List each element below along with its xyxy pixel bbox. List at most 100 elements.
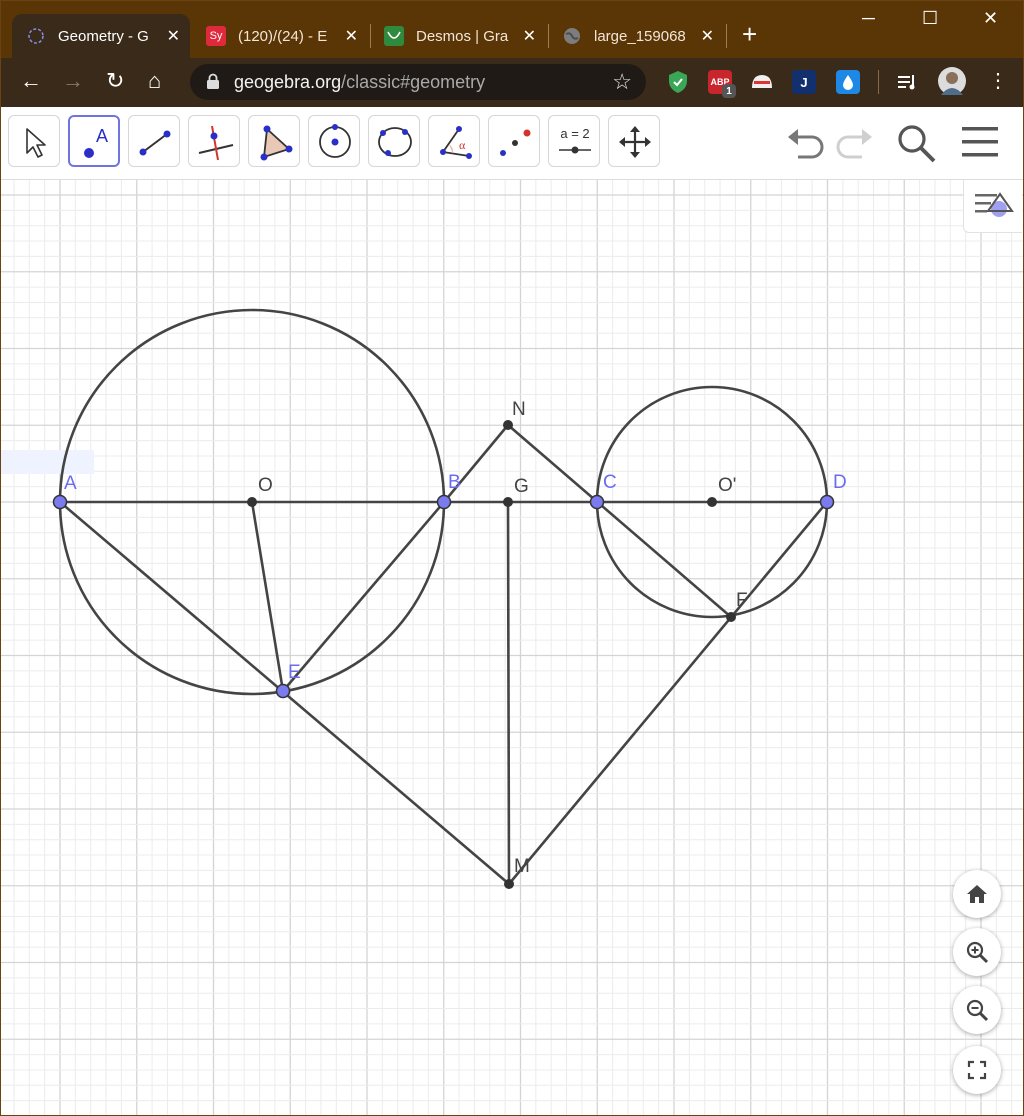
bookmark-star-icon[interactable]: ☆ xyxy=(612,69,632,95)
desmos-favicon-icon xyxy=(384,26,404,46)
point-F[interactable] xyxy=(726,612,736,622)
tab-title: (120)/(24) - E xyxy=(238,27,328,45)
redo-button[interactable] xyxy=(834,121,876,166)
water-drop-extension-icon[interactable] xyxy=(836,70,860,94)
close-tab-icon[interactable]: ✕ xyxy=(345,26,358,46)
tab-title: Geometry - G xyxy=(58,27,149,45)
polygon-tool-button[interactable] xyxy=(248,115,300,167)
adblock-badge: 1 xyxy=(722,84,736,98)
point-tool-button[interactable]: A xyxy=(68,115,120,167)
home-icon[interactable]: ⌂ xyxy=(148,68,161,94)
slider-label: a = 2 xyxy=(560,126,590,141)
point-M[interactable] xyxy=(504,879,514,889)
browser-menu-icon[interactable]: ⋮ xyxy=(988,68,1008,94)
search-button[interactable] xyxy=(896,123,938,170)
tab-title: large_159068 xyxy=(594,27,686,45)
point-C[interactable] xyxy=(589,494,605,510)
grid xyxy=(0,180,1024,1116)
segment-tool-button[interactable] xyxy=(128,115,180,167)
zoom-out-button[interactable] xyxy=(953,986,1001,1034)
perpendicular-tool-button[interactable] xyxy=(188,115,240,167)
slider-tool-button[interactable]: a = 2 xyxy=(548,115,600,167)
j-extension-icon[interactable]: J xyxy=(792,70,816,94)
reload-icon[interactable]: ↻ xyxy=(106,68,124,94)
point-E[interactable] xyxy=(275,683,291,699)
forward-arrow-icon[interactable]: → xyxy=(62,68,84,94)
point-G[interactable] xyxy=(503,497,513,507)
point-O-prime[interactable] xyxy=(707,497,717,507)
point-D[interactable] xyxy=(819,494,835,510)
point-O[interactable] xyxy=(247,497,257,507)
move-graphics-tool-button[interactable] xyxy=(608,115,660,167)
label-C: C xyxy=(603,472,617,493)
url-path: /classic#geometry xyxy=(341,72,486,92)
angle-tool-button[interactable]: α xyxy=(428,115,480,167)
hamburger-menu-icon xyxy=(962,127,998,157)
perpendicular-line-icon xyxy=(198,125,234,161)
segment-DM[interactable] xyxy=(508,501,828,885)
geogebra-favicon-icon xyxy=(26,26,46,46)
move-arrows-icon xyxy=(619,126,651,158)
circle-center-point-tool-button[interactable] xyxy=(308,115,360,167)
geometry-construction: A O B G N C O' D E F M xyxy=(0,180,1024,1116)
algebra-view-toggle-button[interactable] xyxy=(963,180,1022,233)
zoom-in-button[interactable] xyxy=(953,928,1001,976)
algebra-view-icon xyxy=(975,192,1014,217)
maximize-button[interactable]: ☐ xyxy=(922,8,938,29)
minimize-button[interactable]: ─ xyxy=(862,8,875,29)
segment-tool-icon xyxy=(139,130,171,156)
circle-three-points-tool-button[interactable] xyxy=(368,115,420,167)
move-tool-button[interactable] xyxy=(8,115,60,167)
label-M: M xyxy=(514,856,530,877)
graphics-view[interactable]: A O B G N C O' D E F M xyxy=(0,180,1024,1116)
fullscreen-button[interactable] xyxy=(953,1046,1001,1094)
tab-separator xyxy=(726,24,727,48)
svg-text:α: α xyxy=(459,138,466,152)
circle-three-points-icon xyxy=(378,127,412,157)
point-tool-icon: A xyxy=(84,126,108,158)
close-window-button[interactable]: ✕ xyxy=(983,8,998,29)
label-G: G xyxy=(514,476,529,497)
tab-symbolab[interactable]: Sy (120)/(24) - E ✕ xyxy=(192,14,368,58)
close-tab-icon[interactable]: ✕ xyxy=(167,26,180,46)
fullscreen-icon xyxy=(967,1060,987,1080)
segment-NF[interactable] xyxy=(507,424,732,618)
geogebra-toolbar: A α a = 2 xyxy=(0,107,1024,180)
avatar[interactable] xyxy=(938,67,966,95)
back-arrow-icon[interactable]: ← xyxy=(20,68,42,94)
angle-alpha-icon: α xyxy=(440,126,472,159)
tab-image[interactable]: large_159068 ✕ xyxy=(548,14,724,58)
label-O-prime: O' xyxy=(718,475,736,496)
point-N[interactable] xyxy=(503,420,513,430)
redo-icon xyxy=(836,129,872,159)
close-tab-icon[interactable]: ✕ xyxy=(523,26,536,46)
point-A[interactable] xyxy=(52,494,68,510)
label-B: B xyxy=(448,472,461,493)
shield-extension-icon[interactable] xyxy=(666,70,690,94)
tab-desmos[interactable]: Desmos | Gra ✕ xyxy=(370,14,546,58)
symbolab-favicon-icon: Sy xyxy=(206,26,226,46)
standard-view-button[interactable] xyxy=(953,870,1001,918)
close-tab-icon[interactable]: ✕ xyxy=(701,26,714,46)
profile-helmet-extension-icon[interactable] xyxy=(750,70,774,94)
new-tab-button[interactable]: + xyxy=(742,20,757,48)
main-menu-button[interactable] xyxy=(960,125,1000,166)
address-bar[interactable]: geogebra.org/classic#geometry ☆ xyxy=(190,64,646,100)
slider-icon xyxy=(559,146,591,154)
toolbar-divider xyxy=(878,70,879,94)
label-F: F xyxy=(736,590,748,611)
point-labels: A O B G N C O' D E F M xyxy=(64,399,847,877)
reflect-point-icon xyxy=(500,129,531,156)
undo-button[interactable] xyxy=(784,121,826,166)
media-control-icon[interactable] xyxy=(896,70,920,94)
label-D: D xyxy=(833,472,847,493)
tab-geometry[interactable]: Geometry - G ✕ xyxy=(12,14,190,58)
point-B[interactable] xyxy=(436,494,452,510)
reflect-tool-button[interactable] xyxy=(488,115,540,167)
label-A: A xyxy=(64,473,77,494)
segment-OE[interactable] xyxy=(250,501,285,692)
zoom-out-icon xyxy=(966,999,989,1022)
home-icon xyxy=(967,885,987,903)
tab-title: Desmos | Gra xyxy=(416,27,509,45)
segment-GM[interactable] xyxy=(506,501,511,885)
